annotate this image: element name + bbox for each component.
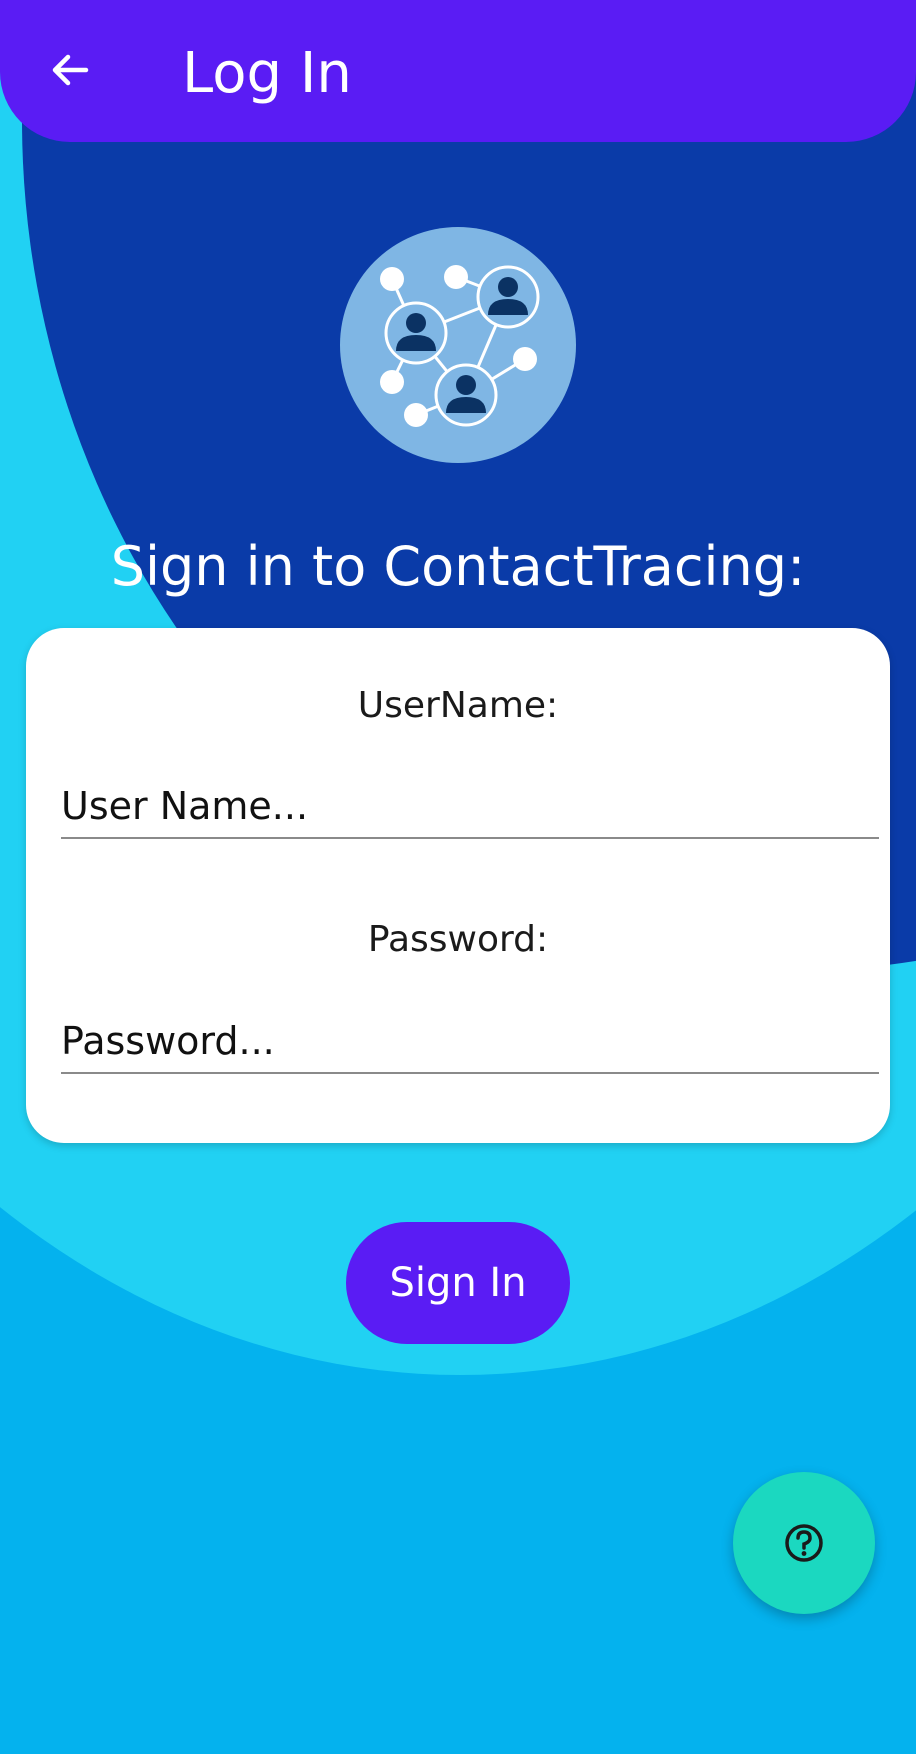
sign-in-button[interactable]: Sign In <box>346 1222 570 1344</box>
page-title: Log In <box>182 41 352 106</box>
arrow-left-icon <box>52 54 89 86</box>
sign-in-heading: Sign in to ContactTracing: <box>110 535 806 598</box>
password-input[interactable] <box>61 1010 879 1074</box>
username-label: UserName: <box>357 685 559 726</box>
contact-network-icon <box>340 227 576 463</box>
help-button[interactable] <box>733 1472 875 1614</box>
password-label: Password: <box>367 919 549 960</box>
help-circle-icon <box>785 1524 823 1562</box>
username-input[interactable] <box>61 775 879 839</box>
back-button[interactable] <box>40 40 100 100</box>
app-bar: Log In <box>0 0 916 142</box>
login-screen: Log In Sign in to ContactTracing: UserNa… <box>0 0 916 1754</box>
